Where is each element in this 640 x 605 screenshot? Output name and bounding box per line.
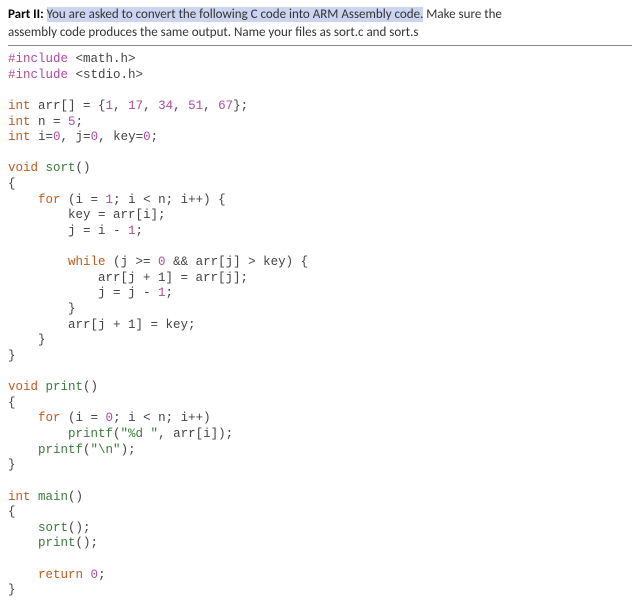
instruction-highlight: You are asked to convert the following C… (47, 7, 424, 22)
fn-print: print (46, 380, 84, 394)
fn-sort: sort (46, 161, 76, 175)
code-block: #include <math.h> #include <stdio.h> int… (8, 52, 632, 599)
fn-main: main (38, 490, 68, 504)
instruction-rest-2: assembly code produces the same output. … (8, 25, 418, 40)
kw-void: void (8, 161, 38, 175)
instruction-rest-1: Make sure the (423, 7, 502, 22)
instruction-block: Part II: You are asked to convert the fo… (8, 6, 632, 41)
fn-printf-1: printf (68, 427, 113, 441)
part-label: Part II: (8, 7, 44, 22)
pp-include-2: #include (8, 68, 68, 82)
kw-int: int (8, 99, 31, 113)
kw-while: while (68, 255, 106, 269)
kw-for: for (38, 193, 61, 207)
pp-include-1: #include (8, 52, 68, 66)
separator (8, 45, 632, 46)
kw-return: return (38, 568, 83, 582)
fn-printf-2: printf (38, 443, 83, 457)
